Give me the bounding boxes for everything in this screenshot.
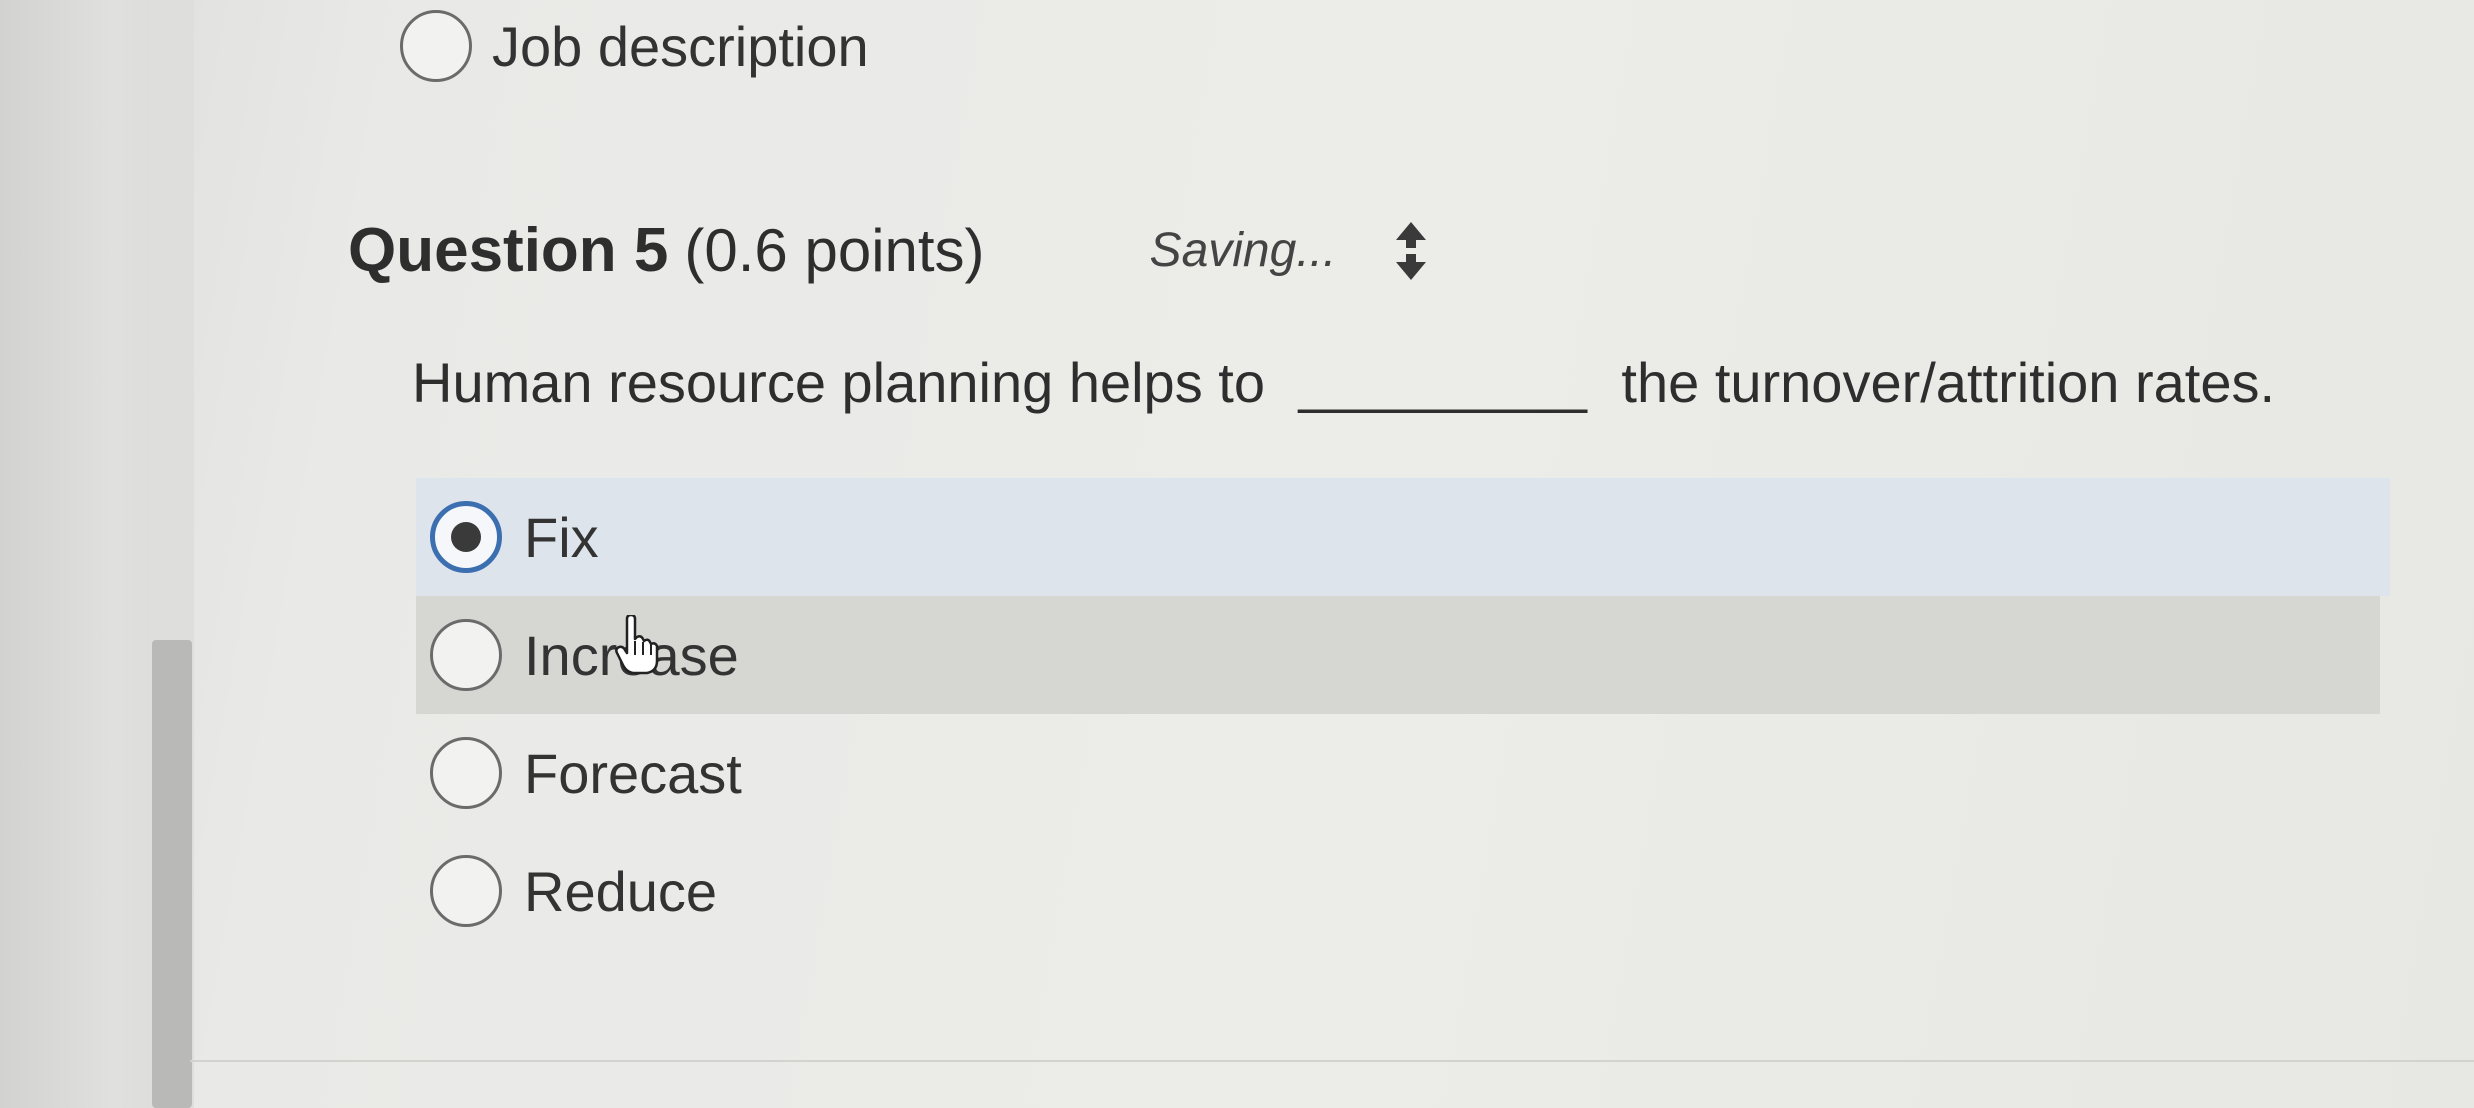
previous-question-option[interactable]: Job description	[400, 10, 869, 82]
option-label: Reduce	[524, 859, 718, 923]
radio-button[interactable]	[430, 855, 502, 927]
answer-options: Fix Increase Forecast Reduce	[416, 478, 2410, 950]
radio-button[interactable]	[430, 619, 502, 691]
prompt-text-before: Human resource planning helps to	[412, 351, 1265, 414]
prompt-blank: _________	[1298, 351, 1588, 414]
prompt-text-after: the turnover/attrition rates.	[1621, 351, 2276, 414]
option-label: Job description	[492, 14, 869, 78]
question-points: (0.6 points)	[684, 217, 985, 284]
quiz-screen: Job description Question 5 (0.6 points) …	[0, 0, 2474, 1108]
scrollbar-thumb[interactable]	[152, 640, 192, 1108]
question-prompt: Human resource planning helps to _______…	[412, 350, 2275, 415]
radio-dot	[451, 522, 481, 552]
question-title: Question 5	[348, 216, 669, 285]
radio-button[interactable]	[430, 737, 502, 809]
option-fix[interactable]: Fix	[416, 478, 2390, 596]
question-header: Question 5 (0.6 points) Saving...	[348, 215, 1436, 286]
radio-button[interactable]	[400, 10, 472, 82]
radio-button-selected[interactable]	[430, 501, 502, 573]
option-label: Forecast	[524, 741, 742, 805]
save-status: Saving...	[1149, 224, 1337, 277]
sync-icon	[1396, 221, 1427, 280]
option-label: Fix	[524, 505, 599, 569]
option-reduce[interactable]: Reduce	[430, 832, 2410, 950]
divider	[190, 1060, 2474, 1062]
option-increase[interactable]: Increase	[416, 596, 2380, 714]
option-forecast[interactable]: Forecast	[430, 714, 2410, 832]
hand-pointer-icon	[615, 615, 659, 675]
